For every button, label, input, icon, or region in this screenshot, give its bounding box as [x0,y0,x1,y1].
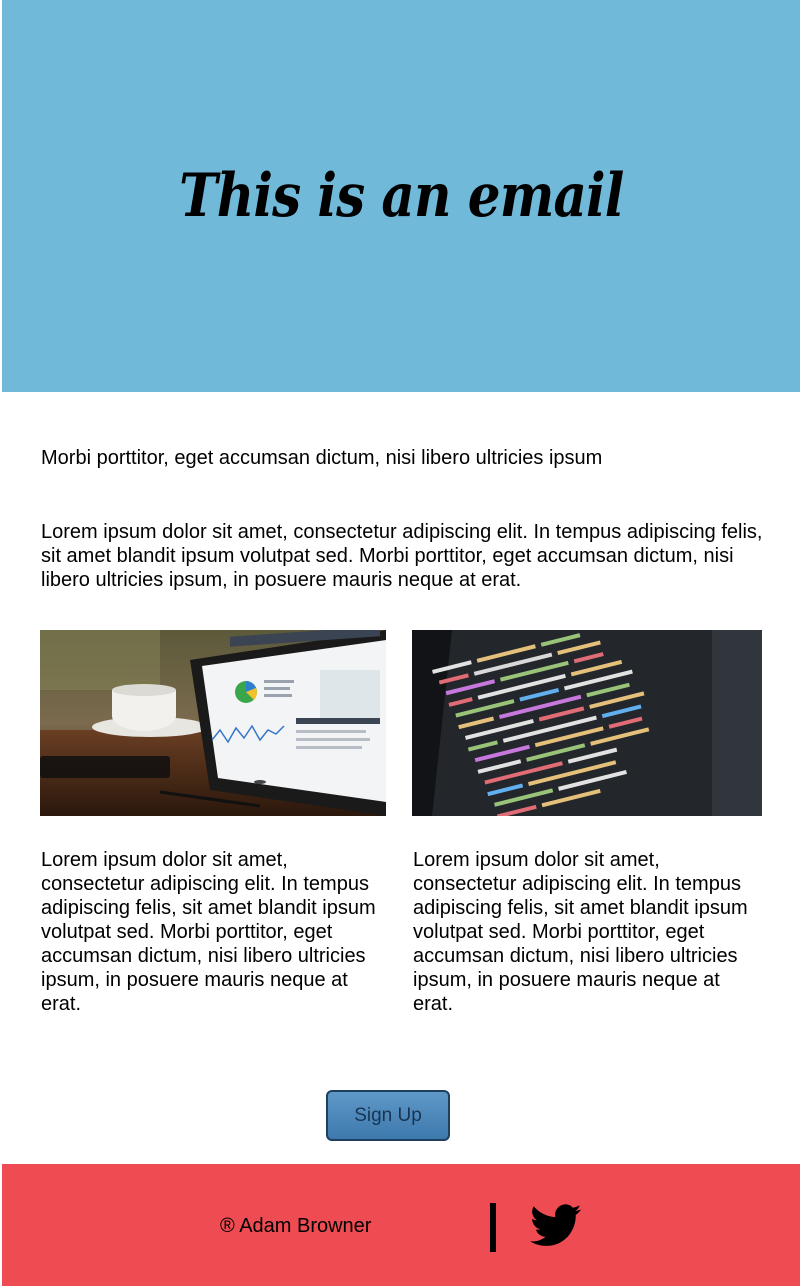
lead-paragraph: Lorem ipsum dolor sit amet, consectetur … [41,521,763,591]
footer-bar [2,1164,800,1286]
code-screen-image [412,630,762,816]
card-text-left: Lorem ipsum dolor sit amet, consectetur … [41,849,376,1015]
copyright-text: ® Adam Browner [220,1215,372,1237]
hero-banner: This is an email [2,0,800,392]
intro-text: Morbi porttitor, eget accumsan dictum, n… [41,447,603,469]
card-text-right: Lorem ipsum dolor sit amet, consectetur … [413,849,748,1015]
email-title: This is an email [178,161,624,231]
tablet-dashboard-image [40,630,386,816]
sign-up-button[interactable]: Sign Up [326,1090,450,1141]
twitter-icon[interactable] [530,1203,582,1249]
footer-divider [490,1203,496,1252]
email-page: This is an email Morbi porttitor, eget a… [0,0,804,1286]
